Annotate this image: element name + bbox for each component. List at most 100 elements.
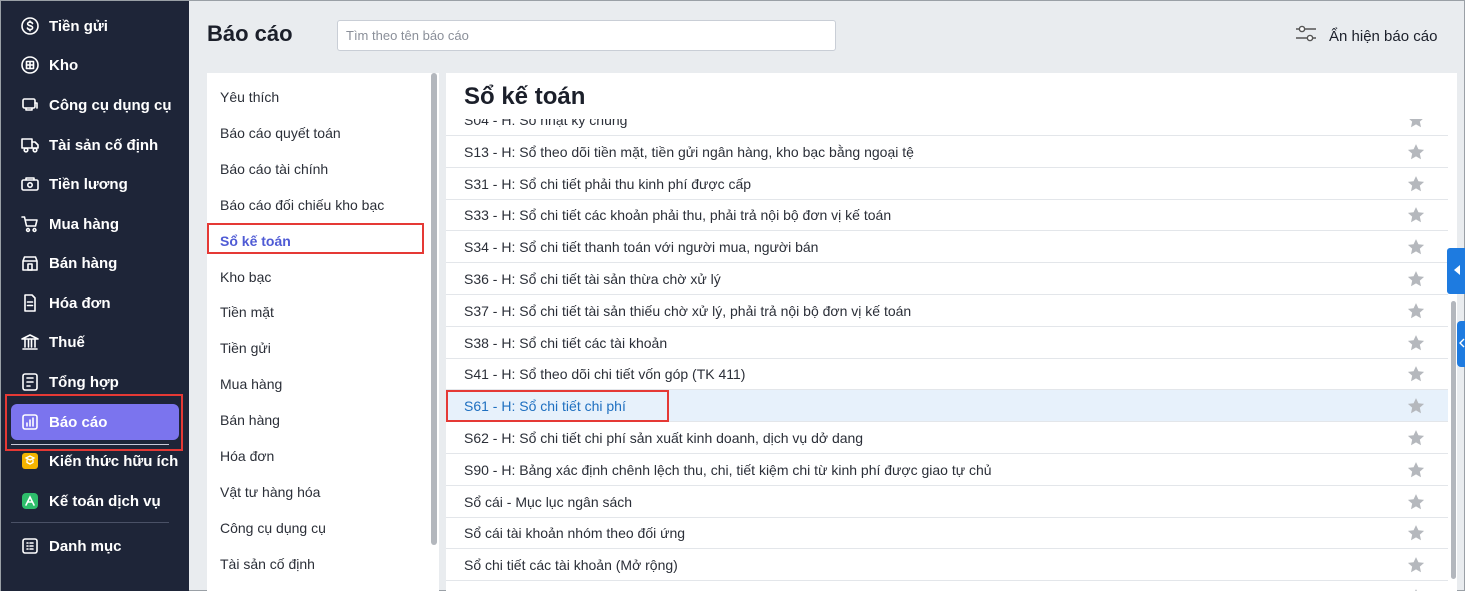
category-item-vat-tu-hang-hoa[interactable]: Vật tư hàng hóa bbox=[220, 484, 320, 500]
sidebar-item-label: Tiền gửi bbox=[49, 17, 108, 35]
sidebar-item-bao-cao[interactable]: Báo cáo bbox=[11, 404, 179, 440]
sidebar-item-tai-san-co-dinh[interactable]: Tài sản cố định bbox=[11, 127, 179, 163]
report-chart-icon bbox=[19, 411, 41, 433]
report-row[interactable]: S31 - H: Sổ chi tiết phải thu kinh phí đ… bbox=[446, 168, 1448, 200]
category-item-tien-gui[interactable]: Tiền gửi bbox=[220, 340, 271, 356]
report-row[interactable]: S36 - H: Sổ chi tiết tài sản thừa chờ xử… bbox=[446, 263, 1448, 295]
sidebar-item-label: Kho bbox=[49, 56, 79, 74]
sidebar-item-label: Mua hàng bbox=[49, 215, 119, 233]
sidebar-item-tien-gui[interactable]: Tiền gửi bbox=[11, 8, 179, 44]
sidebar-item-ke-toan-dich-vu[interactable]: Kế toán dịch vụ bbox=[11, 483, 179, 519]
knowledge-icon bbox=[19, 450, 41, 472]
favorite-star-icon[interactable] bbox=[1406, 269, 1426, 289]
report-row[interactable]: S34 - H: Sổ chi tiết thanh toán với ngườ… bbox=[446, 231, 1448, 264]
sidebar-item-ban-hang[interactable]: Bán hàng bbox=[11, 245, 179, 281]
report-row[interactable]: S38 - H: Sổ chi tiết các tài khoản bbox=[446, 327, 1448, 359]
toggle-reports-button[interactable]: Ẩn hiện báo cáo bbox=[1295, 23, 1437, 49]
sidebar-item-label: Danh mục bbox=[49, 537, 122, 555]
sidebar-item-tong-hop[interactable]: Tổng hợp bbox=[11, 364, 179, 400]
report-row[interactable]: S04 - H: Sổ nhật ký chung bbox=[446, 119, 1448, 136]
favorite-star-icon[interactable] bbox=[1406, 396, 1426, 416]
report-row-label: Sổ chi tiết các tài khoản (Mở rộng) bbox=[464, 557, 678, 574]
catalog-icon bbox=[19, 535, 41, 557]
report-row-label: S61 - H: Sổ chi tiết chi phí bbox=[464, 398, 626, 415]
sidebar-item-tien-luong[interactable]: Tiền lương bbox=[11, 166, 179, 202]
report-row-label: S33 - H: Sổ chi tiết các khoản phải thu,… bbox=[464, 207, 892, 224]
favorite-star-icon[interactable] bbox=[1406, 587, 1426, 591]
favorite-star-icon[interactable] bbox=[1406, 364, 1426, 384]
sidebar-item-label: Tài sản cố định bbox=[49, 136, 159, 154]
category-item-ban-hang[interactable]: Bán hàng bbox=[220, 412, 280, 428]
invoice-icon bbox=[19, 292, 41, 314]
favorite-star-icon[interactable] bbox=[1406, 205, 1426, 225]
sidebar-item-label: Tổng hợp bbox=[49, 373, 119, 391]
report-row[interactable]: S62 - H: Sổ chi tiết chi phí sản xuất ki… bbox=[446, 422, 1448, 454]
favorite-star-icon[interactable] bbox=[1406, 460, 1426, 480]
report-row-label: S36 - H: Sổ chi tiết tài sản thừa chờ xử… bbox=[464, 271, 721, 287]
category-item-so-ke-toan[interactable]: Sổ kế toán bbox=[220, 233, 291, 249]
report-row-label: S62 - H: Sổ chi tiết chi phí sản xuất ki… bbox=[464, 430, 864, 446]
report-row-label: S31 - H: Sổ chi tiết phải thu kinh phí đ… bbox=[464, 175, 752, 192]
report-row[interactable]: S41 - H: Sổ theo dõi chi tiết vốn góp (T… bbox=[446, 358, 1448, 391]
report-row[interactable]: S13 - H: Sổ theo dõi tiền mặt, tiền gửi … bbox=[446, 136, 1448, 168]
salary-icon bbox=[19, 173, 41, 195]
favorite-star-icon[interactable] bbox=[1406, 333, 1426, 353]
category-item-tai-san-co-dinh[interactable]: Tài sản cố định bbox=[220, 556, 315, 572]
report-row-label: S37 - H: Sổ chi tiết tài sản thiếu chờ x… bbox=[464, 302, 912, 319]
sidebar-item-thue[interactable]: Thuế bbox=[11, 324, 179, 360]
favorite-star-icon[interactable] bbox=[1406, 492, 1426, 512]
favorite-star-icon[interactable] bbox=[1406, 428, 1426, 448]
sidebar-item-kho[interactable]: Kho bbox=[11, 47, 179, 83]
sidebar-item-hoa-don[interactable]: Hóa đơn bbox=[11, 285, 179, 321]
report-row[interactable]: S37 - H: Sổ chi tiết tài sản thiếu chờ x… bbox=[446, 295, 1448, 327]
report-row[interactable]: Sổ chi tiết các tài khoản (Mở rộng) bbox=[446, 549, 1448, 582]
favorite-star-icon[interactable] bbox=[1406, 523, 1426, 543]
category-item-bao-cao-tai-chinh[interactable]: Báo cáo tài chính bbox=[220, 161, 328, 177]
sidebar-item-label: Báo cáo bbox=[49, 413, 108, 431]
report-row[interactable]: Sổ cái tài khoản nhóm theo đối ứng bbox=[446, 517, 1448, 550]
sidebar-item-cong-cu-dung-cu[interactable]: Công cụ dụng cụ bbox=[11, 87, 179, 123]
report-row[interactable]: S61 - H: Sổ chi tiết chi phí bbox=[446, 390, 1448, 423]
search-input[interactable] bbox=[337, 20, 836, 51]
sidebar-item-label: Kiến thức hữu ích bbox=[49, 452, 179, 470]
report-list: S04 - H: Sổ nhật ký chung S13 - H: Sổ the… bbox=[446, 119, 1448, 591]
favorite-star-icon[interactable] bbox=[1406, 142, 1426, 162]
report-row-label: S34 - H: Sổ chi tiết thanh toán với ngườ… bbox=[464, 239, 819, 256]
active-item-underline bbox=[11, 444, 169, 445]
report-row-label: Sổ cái tài khoản nhóm theo đối ứng bbox=[464, 525, 686, 542]
sidebar-item-kien-thuc-huu-ich[interactable]: Kiến thức hữu ích bbox=[11, 443, 179, 479]
favorite-star-icon[interactable] bbox=[1406, 174, 1426, 194]
favorite-star-icon[interactable] bbox=[1406, 555, 1426, 575]
report-row-label: Sổ cái - Mục lục ngân sách bbox=[464, 493, 633, 510]
category-item-yeu-thich[interactable]: Yêu thích bbox=[220, 89, 279, 105]
category-item-tien-mat[interactable]: Tiền mặt bbox=[220, 304, 274, 320]
report-row[interactable]: S90 - H: Bảng xác định chênh lệch thu, c… bbox=[446, 454, 1448, 486]
service-icon bbox=[19, 490, 41, 512]
sidebar-item-mua-hang[interactable]: Mua hàng bbox=[11, 206, 179, 242]
report-group-title: Sổ kế toán bbox=[464, 83, 586, 110]
favorite-star-icon[interactable] bbox=[1406, 237, 1426, 257]
category-item-hoa-don[interactable]: Hóa đơn bbox=[220, 448, 274, 464]
report-row[interactable]: Sổ cái - Mục lục ngân sách bbox=[446, 486, 1448, 518]
summary-icon bbox=[19, 371, 41, 393]
category-item-cong-cu-dung-cu[interactable]: Công cụ dụng cụ bbox=[220, 520, 326, 536]
category-item-mua-hang[interactable]: Mua hàng bbox=[220, 376, 282, 392]
category-scrollbar[interactable] bbox=[431, 73, 437, 545]
sidebar-item-label: Thuế bbox=[49, 333, 85, 351]
expand-side-tab[interactable] bbox=[1457, 321, 1465, 367]
favorite-star-icon[interactable] bbox=[1406, 301, 1426, 321]
category-item-bao-cao-doi-chieu-kho-bac[interactable]: Báo cáo đối chiếu kho bạc bbox=[220, 197, 384, 213]
report-scrollbar[interactable] bbox=[1451, 301, 1456, 579]
category-item-bao-cao-quyet-toan[interactable]: Báo cáo quyết toán bbox=[220, 125, 341, 141]
report-row[interactable] bbox=[446, 581, 1448, 591]
favorite-star-icon[interactable] bbox=[1406, 119, 1426, 130]
sidebar-item-label: Hóa đơn bbox=[49, 294, 111, 312]
chevron-left-icon bbox=[1458, 335, 1465, 353]
report-category-list: Yêu thích Báo cáo quyết toán Báo cáo tài c… bbox=[207, 73, 439, 591]
category-item-kho-bac[interactable]: Kho bạc bbox=[220, 269, 271, 285]
warehouse-icon bbox=[19, 54, 41, 76]
report-row[interactable]: S33 - H: Sổ chi tiết các khoản phải thu,… bbox=[446, 199, 1448, 232]
sidebar-item-danh-muc[interactable]: Danh mục bbox=[11, 528, 179, 564]
caret-left-icon bbox=[1453, 262, 1461, 280]
collapse-panel-tab[interactable] bbox=[1447, 248, 1465, 294]
